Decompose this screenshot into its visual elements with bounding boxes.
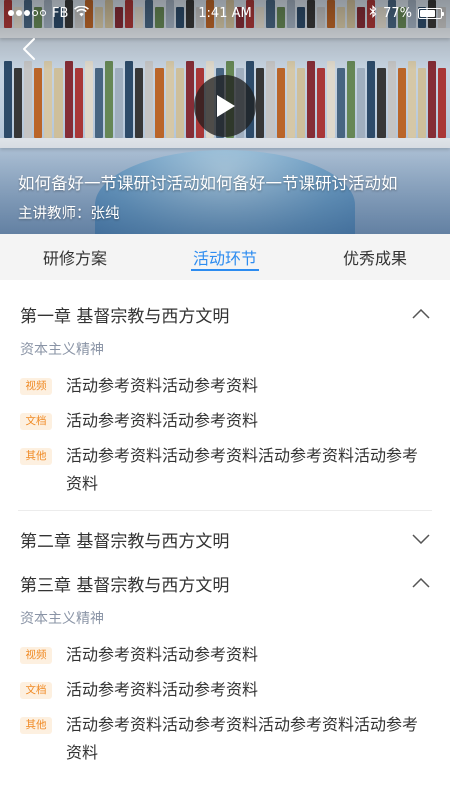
chapter-3-header[interactable]: 第三章 基督宗教与西方文明 [0, 561, 450, 605]
tab-bar: 研修方案 活动环节 优秀成果 [0, 234, 450, 280]
item-title: 活动参考资料活动参考资料 [66, 376, 259, 395]
chevron-left-icon [23, 38, 35, 60]
tab-activities[interactable]: 活动环节 [150, 234, 300, 280]
item-title: 活动参考资料活动参考资料活动参考资料活动参考资料 [66, 715, 419, 762]
carrier-label: FB [52, 5, 69, 21]
course-title: 如何备好一节课研讨活动如何备好一节课研讨活动如 [18, 174, 398, 193]
tab-plan[interactable]: 研修方案 [0, 234, 150, 280]
type-tag: 文档 [20, 413, 52, 430]
list-item[interactable]: 文档 活动参考资料活动参考资料 [0, 676, 450, 704]
type-tag: 其他 [20, 717, 52, 734]
type-tag: 视频 [20, 378, 52, 395]
type-tag: 其他 [20, 448, 52, 465]
list-item[interactable]: 其他 活动参考资料活动参考资料活动参考资料活动参考资料 [0, 442, 450, 498]
divider [18, 510, 432, 511]
section-label: 资本主义精神 [20, 342, 104, 358]
item-title: 活动参考资料活动参考资料 [66, 645, 259, 664]
list-item[interactable]: 其他 活动参考资料活动参考资料活动参考资料活动参考资料 [0, 711, 450, 767]
item-title: 活动参考资料活动参考资料活动参考资料活动参考资料 [66, 446, 419, 493]
chevron-down-icon[interactable] [410, 528, 432, 550]
play-icon [217, 95, 235, 117]
chapter-2-header[interactable]: 第二章 基督宗教与西方文明 [0, 517, 450, 561]
list-item[interactable]: 视频 活动参考资料活动参考资料 [0, 641, 450, 669]
active-tab-indicator [191, 269, 259, 271]
course-teacher: 主讲教师：张纯 [18, 206, 120, 222]
chapter-list: 第一章 基督宗教与西方文明 资本主义精神 视频 活动参考资料活动参考资料 文档 … [0, 280, 450, 767]
clock: 1:41 AM [198, 5, 252, 21]
battery-percent: 77% [383, 5, 412, 21]
play-button[interactable] [194, 75, 256, 137]
chapter-title: 第二章 基督宗教与西方文明 [20, 531, 230, 552]
chapter-title: 第一章 基督宗教与西方文明 [20, 306, 230, 327]
type-tag: 视频 [20, 647, 52, 664]
tab-results[interactable]: 优秀成果 [300, 234, 450, 280]
course-hero: FB 1:41 AM 77% 如何备好一节课研讨活动如何备好一节课研讨活动如 主… [0, 0, 450, 234]
chapter-1-header[interactable]: 第一章 基督宗教与西方文明 [0, 292, 450, 336]
battery-icon [418, 7, 444, 19]
list-item[interactable]: 视频 活动参考资料活动参考资料 [0, 372, 450, 400]
signal-icon [8, 10, 46, 16]
chevron-up-icon[interactable] [410, 572, 432, 594]
item-title: 活动参考资料活动参考资料 [66, 411, 259, 430]
wifi-icon [74, 5, 90, 21]
status-bar: FB 1:41 AM 77% [0, 0, 450, 26]
item-title: 活动参考资料活动参考资料 [66, 680, 259, 699]
chapter-title: 第三章 基督宗教与西方文明 [20, 575, 230, 596]
bluetooth-icon [369, 4, 377, 22]
chevron-up-icon[interactable] [410, 303, 432, 325]
list-item[interactable]: 文档 活动参考资料活动参考资料 [0, 407, 450, 435]
type-tag: 文档 [20, 682, 52, 699]
back-button[interactable] [14, 34, 44, 64]
section-label: 资本主义精神 [20, 611, 104, 627]
